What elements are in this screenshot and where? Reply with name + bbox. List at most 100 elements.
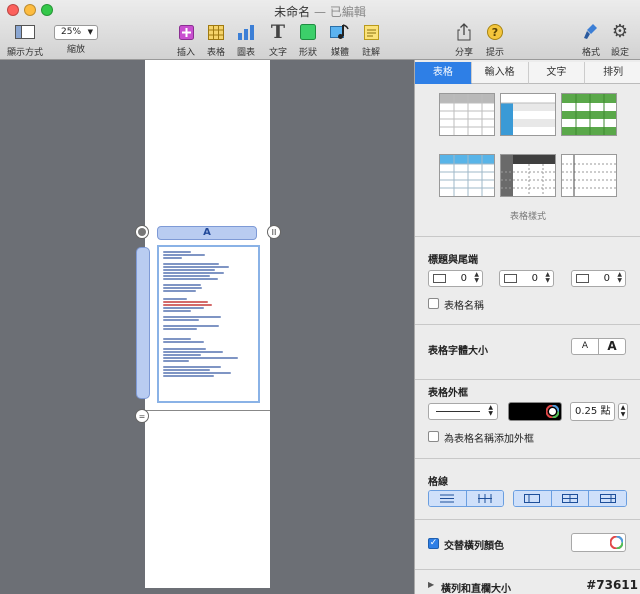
gear-icon: ⚙ [611,21,629,42]
media-icon [330,22,350,42]
table-styles-label: 表格樣式 [509,212,546,222]
gridlines-title: 格線 [428,477,448,488]
border-color-well[interactable] [508,402,562,421]
table-style-3[interactable] [561,93,617,136]
row-column-size-title[interactable]: 橫列和直欄大小 [441,580,511,594]
view-button[interactable]: 顯示方式 [7,22,43,58]
font-size-title: 表格字體大小 [428,346,488,357]
help-icon: ? [487,22,503,42]
horizontal-lines-icon [440,494,455,503]
header-column-gridlines-button[interactable] [551,491,590,506]
vertical-lines-icon [477,494,492,503]
tab-text[interactable]: 文字 [528,62,586,84]
table-icon [208,22,224,42]
header-columns-value: 0 [531,273,538,284]
setup-button[interactable]: ⚙ 設定 [603,21,637,59]
header-footer-section: 標題與尾端 0 ▲ ▼ 0 ▲ ▼ 0 ▲ ▼ 表格名稱 [415,236,640,324]
border-width-field[interactable]: 0.25 點 [570,402,615,421]
table-select-handle[interactable] [135,225,149,239]
border-width-stepper[interactable]: ▲ ▼ [618,403,628,420]
stepper-arrows-icon: ▲ ▼ [474,271,479,284]
edited-status: — 已編輯 [314,5,366,19]
horizontal-gridlines-button[interactable] [429,491,467,506]
increase-font-size-button[interactable]: A [599,339,625,354]
footer-lines-icon [599,494,616,503]
header-columns-icon [504,274,517,283]
tab-cell[interactable]: 輸入格 [471,62,529,84]
caption-border-label: 為表格名稱添加外框 [444,434,534,445]
footer-gridlines-button[interactable] [589,491,626,506]
header-rows-value: 0 [460,273,467,284]
tab-arrange[interactable]: 排列 [585,62,640,84]
table-label: 表格 [206,48,225,58]
font-size-section: 表格字體大小 A A [415,324,640,379]
color-wheel-icon [610,536,623,549]
tips-button[interactable]: ? 提示 [478,22,512,58]
insert-icon [178,22,194,42]
stepper-arrows-icon: ▲ ▼ [617,271,622,284]
header-rows-icon [433,274,446,283]
chevron-down-icon: ▼ [87,28,93,36]
stepper-arrows-icon: ▲ ▼ [488,404,493,417]
row-resize-handle[interactable]: = [135,409,149,423]
zoom-value: 25% [61,27,82,37]
alternating-row-color-well[interactable] [571,533,626,552]
alternating-rows-section: ✓ 交替橫列顏色 [415,519,640,569]
setup-label: 設定 [610,48,629,58]
header-row-gridlines-button[interactable] [514,491,552,506]
table-outline-title: 表格外框 [428,388,468,399]
column-resize-handle[interactable]: II [267,225,281,239]
table-object[interactable] [157,245,260,403]
header-column-lines-icon [562,494,578,503]
document-canvas[interactable]: A II = [0,60,414,594]
comment-icon [363,22,379,42]
share-icon [457,22,471,42]
footer-rows-value: 0 [603,273,610,284]
footer-rows-stepper[interactable]: 0 ▲ ▼ [571,270,626,287]
disclosure-triangle-icon[interactable]: ▶ [428,580,434,589]
gridlines-header-segment [513,490,627,507]
column-header-a[interactable]: A [157,226,257,240]
header-columns-stepper[interactable]: 0 ▲ ▼ [499,270,554,287]
table-button[interactable]: 表格 [199,22,233,58]
table-style-4[interactable] [439,154,495,197]
watermark: #73611 [586,578,638,592]
chart-button[interactable]: 圖表 [229,22,263,58]
shape-icon [300,22,316,42]
table-style-5[interactable] [500,154,556,197]
stepper-arrows-icon: ▲ ▼ [545,271,550,284]
border-style-select[interactable]: ▲ ▼ [428,403,498,420]
table-style-6[interactable] [561,154,617,197]
header-rows-stepper[interactable]: 0 ▲ ▼ [428,270,483,287]
text-button[interactable]: T 文字 [261,21,295,58]
media-button[interactable]: 媒體 [323,22,357,58]
comment-label: 註解 [361,48,380,58]
zoom-select[interactable]: 25% ▼ [54,25,98,40]
text-label: 文字 [268,48,287,58]
chart-label: 圖表 [236,48,255,58]
caption-border-checkbox[interactable] [428,431,439,442]
table-content-preview [163,250,257,400]
document-name: 未命名 [274,5,311,19]
table-name-checkbox[interactable] [428,298,439,309]
decrease-font-size-button[interactable]: A [572,339,599,354]
table-name-label: 表格名稱 [444,301,484,312]
shape-button[interactable]: 形狀 [291,22,325,58]
insert-button[interactable]: 插入 [169,22,203,58]
share-button[interactable]: 分享 [447,22,481,58]
bar-chart-icon [237,22,255,42]
alternating-rows-label: 交替橫列顏色 [444,541,504,552]
insert-label: 插入 [176,48,195,58]
footer-rows-icon [576,274,589,283]
comment-button[interactable]: 註解 [354,22,388,58]
row-header[interactable] [136,247,150,399]
vertical-gridlines-button[interactable] [466,491,503,506]
alternating-rows-checkbox[interactable]: ✓ [428,538,439,549]
line-style-preview [436,411,480,412]
text-icon: T [270,21,286,43]
sidebar-icon [15,22,35,42]
table-style-1[interactable] [439,93,495,136]
table-outline-section: 表格外框 ▲ ▼ 0.25 點 ▲ ▼ 為表格名稱添加外框 [415,379,640,458]
tab-table[interactable]: 表格 [415,62,472,84]
table-style-2[interactable] [500,93,556,136]
